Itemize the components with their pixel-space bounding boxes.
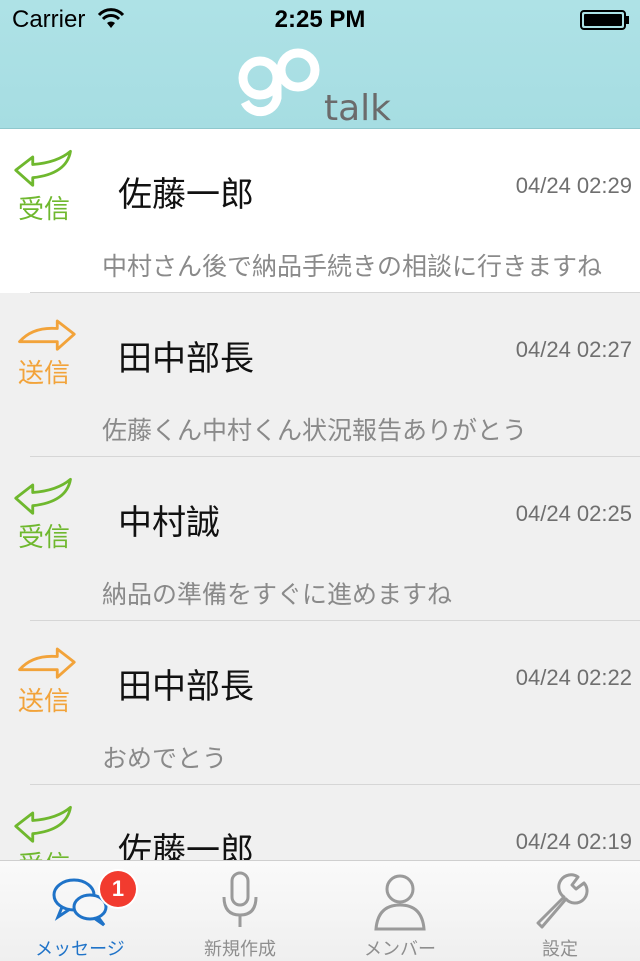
message-timestamp: 04/24 02:29 xyxy=(515,173,632,198)
status-bar: Carrier 2:25 PM xyxy=(0,0,640,40)
direction-label: 受信 xyxy=(18,845,70,860)
message-timestamp: 04/24 02:25 xyxy=(515,501,632,526)
unread-badge: 1 xyxy=(100,871,136,907)
message-list[interactable]: 受信 佐藤一郎 04/24 02:29 中村さん後で納品手続きの相談に行きますね 送信田… xyxy=(0,129,640,860)
wrench-icon xyxy=(530,871,590,931)
message-preview: おめでとう xyxy=(102,744,228,773)
tab-bar: 1 メッセージ 新規作成 メンバー 設定 xyxy=(0,860,640,961)
tab-label: メッセージ xyxy=(35,939,125,960)
tab-settings[interactable]: 設定 xyxy=(480,861,640,961)
person-icon xyxy=(370,871,430,931)
tab-messages[interactable]: 1 メッセージ xyxy=(0,861,160,961)
message-preview: 納品の準備をすぐに進めますね xyxy=(102,580,453,609)
message-preview: 中村さん後で納品手続きの相談に行きますね xyxy=(102,252,603,281)
message-timestamp: 04/24 02:27 xyxy=(515,337,632,362)
message-row[interactable]: 受信 佐藤一郎 04/24 02:19 xyxy=(0,785,640,860)
clock: 2:25 PM xyxy=(274,6,366,33)
direction-label: 送信 xyxy=(18,359,71,389)
gotalk-logo: talk xyxy=(232,40,408,129)
logo-text: talk xyxy=(324,88,391,126)
battery-icon xyxy=(580,10,629,30)
tab-new[interactable]: 新規作成 xyxy=(160,861,320,961)
message-timestamp: 04/24 02:22 xyxy=(515,665,632,690)
tab-members[interactable]: メンバー xyxy=(320,861,480,961)
tab-label: 設定 xyxy=(542,939,578,960)
sender-name: 田中部長 xyxy=(118,667,254,707)
microphone-icon xyxy=(210,871,270,931)
direction-label: 受信 xyxy=(18,523,71,553)
message-row[interactable]: 送信 田中部長 04/24 02:27 佐藤くん中村くん状況報告ありがとう xyxy=(0,293,640,457)
message-timestamp: 04/24 02:19 xyxy=(515,829,632,854)
direction-label: 送信 xyxy=(18,687,71,717)
direction-label: 受信 xyxy=(18,195,71,225)
tab-label: メンバー xyxy=(364,939,436,960)
app-header: Carrier 2:25 PM talk xyxy=(0,0,640,129)
message-row[interactable]: 送信 田中部長 04/24 02:22 おめでとう xyxy=(0,621,640,785)
sender-name: 佐藤一郎 xyxy=(118,831,254,860)
sender-name: 中村誠 xyxy=(118,503,220,543)
message-row[interactable]: 受信 佐藤一郎 04/24 02:29 中村さん後で納品手続きの相談に行きますね xyxy=(0,129,640,293)
tab-label: 新規作成 xyxy=(204,939,276,960)
sender-name: 田中部長 xyxy=(118,339,254,379)
message-preview: 佐藤くん中村くん状況報告ありがとう xyxy=(102,416,528,445)
message-row[interactable]: 受信 中村誠 04/24 02:25 納品の準備をすぐに進めますね xyxy=(0,457,640,621)
sender-name: 佐藤一郎 xyxy=(118,175,254,215)
logo-mark: talk xyxy=(238,48,391,129)
